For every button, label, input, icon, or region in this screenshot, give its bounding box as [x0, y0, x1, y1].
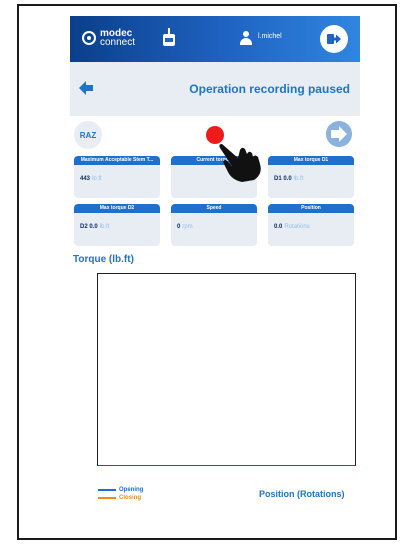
app-header: modec connect l.michel [70, 16, 360, 62]
modec-logo-icon [82, 31, 96, 45]
card-value-unit: Rotations [284, 224, 310, 230]
hand-pointer-icon [219, 144, 261, 182]
torque-plot-area [97, 273, 356, 466]
legend-line-opening [98, 489, 116, 491]
card-value: D1 0.0 lb.ft [274, 176, 303, 182]
legend-label-opening: Opening [119, 487, 144, 493]
legend-line-closing [98, 497, 116, 499]
logout-button[interactable] [320, 25, 348, 53]
card-value: D2 0.0 lb.ft [80, 224, 109, 230]
card-title: Maximum Acceptable Stem T... [74, 156, 160, 165]
legend-item-closing: Closing [98, 494, 143, 502]
card-value-unit: rpm [182, 224, 193, 230]
card-value-unit: lb.ft [293, 176, 304, 182]
page-title: Operation recording paused [189, 82, 350, 96]
device-body [163, 34, 175, 46]
card-value [177, 176, 179, 182]
arrow-left-icon[interactable] [78, 80, 94, 96]
card-value-number: D2 0.0 [80, 224, 98, 230]
user-icon-torso [240, 38, 252, 45]
legend-label-closing: Closing [119, 495, 141, 501]
logout-icon [327, 34, 341, 44]
chart-title: Torque (lb.ft) [73, 254, 134, 265]
card-value-number: D1 0.0 [274, 176, 292, 182]
card-value-number: 0 [177, 224, 181, 230]
card-title: Max torque D1 [268, 156, 354, 165]
chart-legend: Opening Closing [98, 486, 143, 502]
logo-line2: connect [100, 37, 136, 48]
user-icon-head [243, 31, 249, 37]
card-title: Max torque D2 [74, 204, 160, 213]
card-max-torque-d1: Max torque D1 D1 0.0 lb.ft [268, 156, 354, 198]
card-value: 0.0 Rotations [274, 224, 310, 230]
card-title: Speed [171, 204, 257, 213]
card-title: Position [268, 204, 354, 213]
card-value-unit: lb.ft [99, 224, 110, 230]
card-value-number: 0.0 [274, 224, 283, 230]
user-icon [240, 31, 252, 45]
title-bar: Operation recording paused [70, 62, 360, 116]
card-value: 0 rpm [177, 224, 193, 230]
arrow-right-icon [331, 126, 347, 142]
card-value-unit: lb.ft [92, 176, 102, 182]
username-label: l.michel [258, 33, 282, 40]
raz-button[interactable]: RAZ [74, 121, 102, 149]
card-position: Position 0.0 Rotations [268, 204, 354, 246]
device-icon[interactable] [163, 28, 175, 46]
legend-item-opening: Opening [98, 486, 143, 494]
card-value-number: 443 [80, 176, 91, 182]
card-value: 443 lb.ft [80, 176, 102, 182]
card-speed: Speed 0 rpm [171, 204, 257, 246]
x-axis-title: Position (Rotations) [259, 489, 345, 499]
logo-text: modec connect [100, 29, 136, 48]
card-max-torque-d2: Max torque D2 D2 0.0 lb.ft [74, 204, 160, 246]
modec-logo: modec connect [82, 29, 136, 48]
card-max-acceptable-stem-torque: Maximum Acceptable Stem T... 443 lb.ft [74, 156, 160, 198]
next-button[interactable] [326, 121, 352, 147]
